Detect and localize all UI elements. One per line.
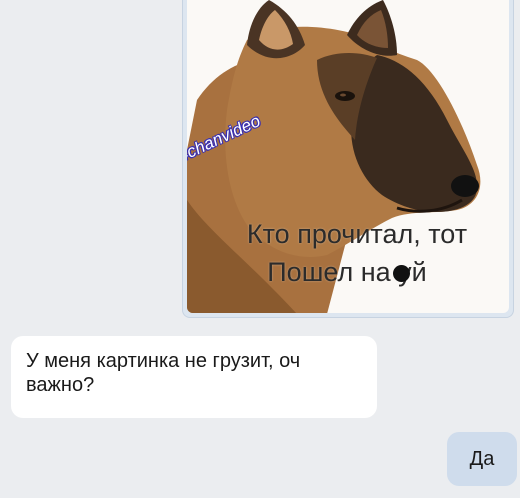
chat-window: Inst:@4chanvideo Кто прочитал, тот Пошел… bbox=[0, 0, 520, 498]
outgoing-message-text: Да bbox=[469, 448, 495, 470]
dog-photo[interactable]: Inst:@4chanvideo Кто прочитал, тот Пошел… bbox=[187, 0, 509, 313]
incoming-message-bubble[interactable]: У меня картинка не грузит, оч важно? bbox=[11, 336, 377, 418]
outgoing-message-bubble[interactable]: Да bbox=[447, 432, 517, 486]
photo-message-bubble[interactable]: Inst:@4chanvideo Кто прочитал, тот Пошел… bbox=[182, 0, 514, 318]
photo-caption-line-1: Кто прочитал, тот bbox=[246, 219, 468, 249]
photo-caption-line-2: Пошел на уй bbox=[267, 257, 427, 287]
censor-dot bbox=[393, 265, 410, 282]
incoming-message-text: У меня картинка не грузит, оч важно? bbox=[26, 350, 301, 396]
